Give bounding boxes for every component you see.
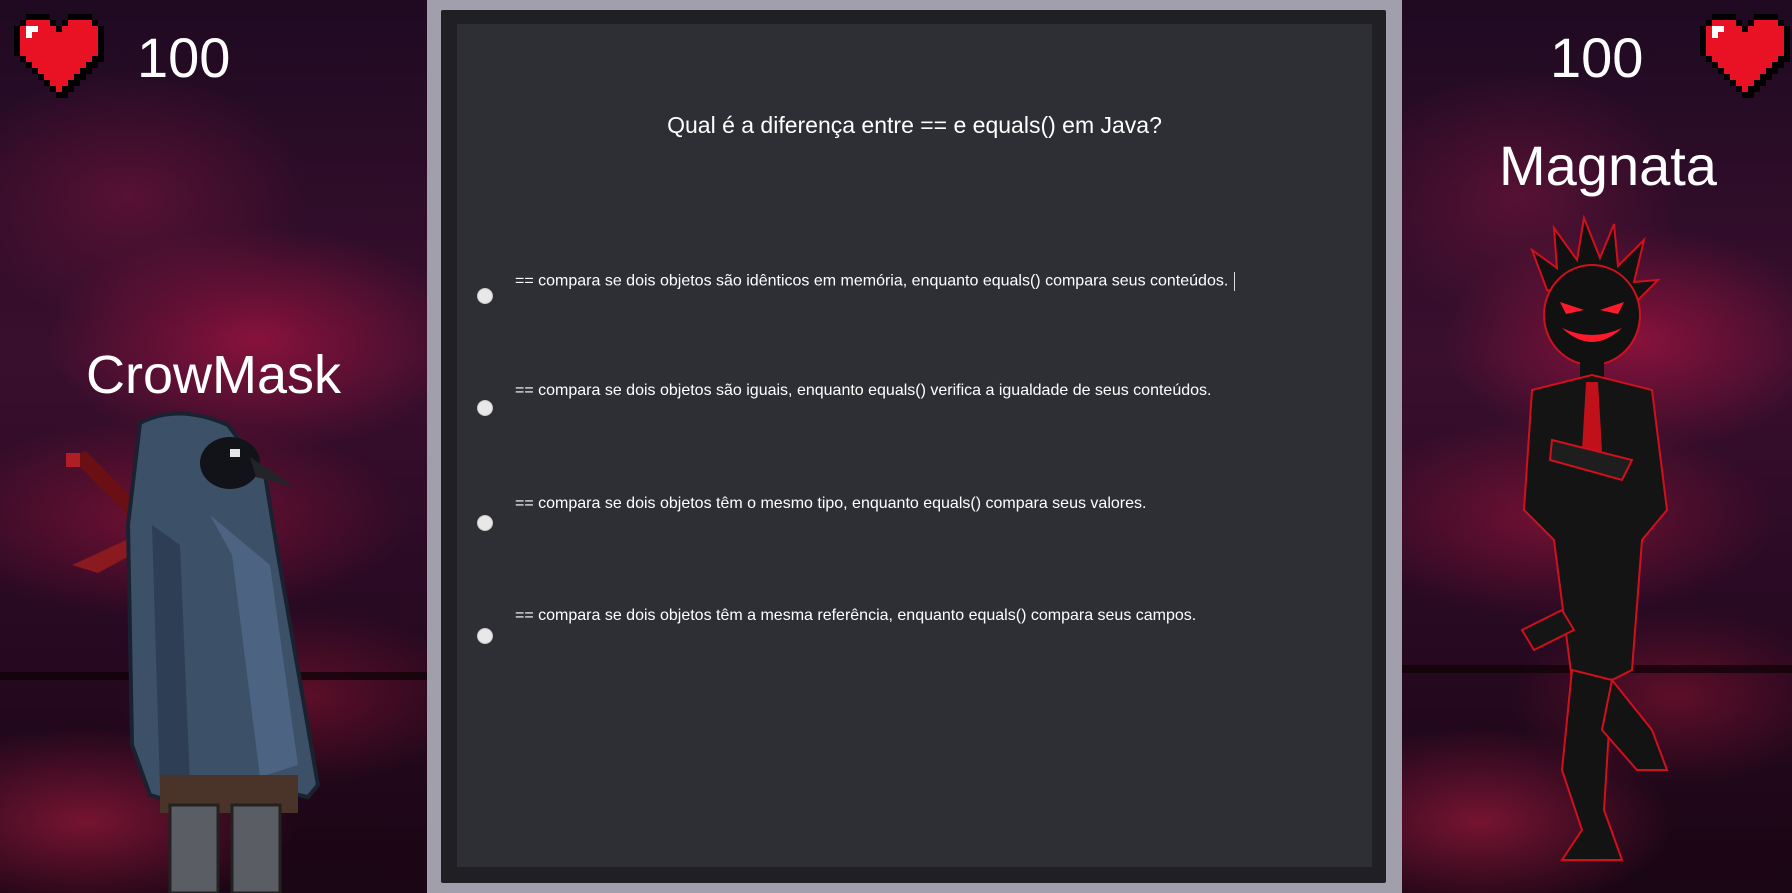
quiz-panel-border: Qual é a diferença entre == e equals() e… (441, 10, 1386, 883)
answer-label-1: == compara se dois objetos são idênticos… (515, 272, 1229, 290)
question-text: Qual é a diferença entre == e equals() e… (667, 112, 1162, 138)
answer-radio-2[interactable] (477, 400, 493, 416)
player-name: CrowMask (86, 345, 342, 405)
answer-radio-1[interactable] (477, 288, 493, 304)
answer-radio-4[interactable] (477, 628, 493, 644)
magnata-character (1520, 214, 1669, 861)
enemy-name: Magnata (1499, 134, 1717, 197)
answer-label-4: == compara se dois objetos têm a mesma r… (515, 607, 1197, 624)
crowmask-character (66, 411, 321, 893)
quiz-panel-body: Qual é a diferença entre == e equals() e… (457, 24, 1372, 867)
answer-option-3[interactable]: == compara se dois objetos têm o mesmo t… (477, 495, 1357, 535)
player-scene: 100 CrowMask (0, 0, 427, 893)
answer-option-1[interactable]: == compara se dois objetos são idênticos… (477, 272, 1357, 312)
answer-radio-3[interactable] (477, 515, 493, 531)
answer-option-2[interactable]: == compara se dois objetos são iguais, e… (477, 382, 1357, 422)
enemy-scene: 100 Magnata (1402, 0, 1792, 893)
answer-label-2: == compara se dois objetos são iguais, e… (515, 382, 1212, 399)
quiz-panel: Qual é a diferença entre == e equals() e… (427, 0, 1402, 893)
player-heart-icon (14, 14, 104, 98)
enemy-heart-icon (1700, 14, 1790, 98)
enemy-hp-value: 100 (1550, 26, 1644, 89)
answer-option-4[interactable]: == compara se dois objetos têm a mesma r… (477, 607, 1357, 647)
text-caret (1234, 272, 1236, 291)
answer-label-3: == compara se dois objetos têm o mesmo t… (515, 495, 1147, 512)
player-hp-value: 100 (137, 26, 231, 89)
